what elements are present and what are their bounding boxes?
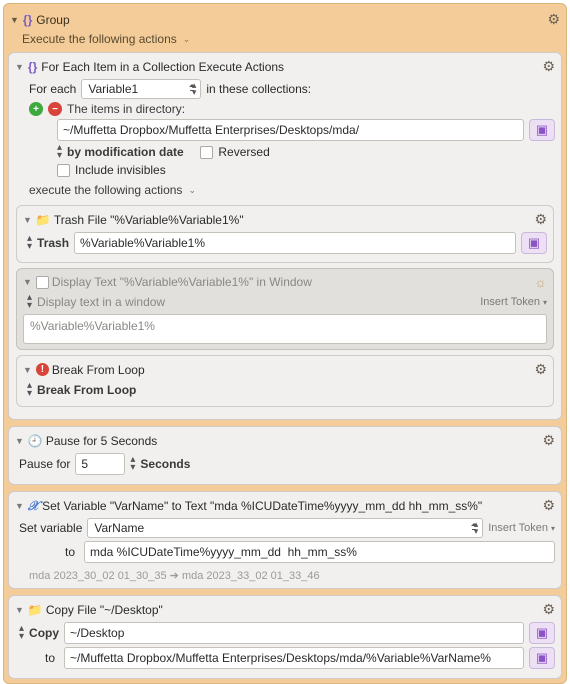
pause-action: ▼ 🕘 Pause for 5 Seconds ⚙ Pause for ▴▾ S… [8,426,562,485]
disclosure-icon[interactable]: ▼ [15,62,24,72]
foreach-icon: {} [28,60,37,74]
choose-folder-button[interactable]: ▣ [521,232,547,254]
insert-token-menu[interactable]: Insert Token▾ [480,296,547,308]
choose-folder-button[interactable]: ▣ [529,647,555,669]
in-these-label: in these collections: [206,82,311,96]
gear-icon[interactable]: ⚙ [542,432,555,449]
items-in-dir-selector[interactable]: The items in directory: [67,102,185,116]
alert-icon: ! [36,363,49,376]
gear-icon[interactable]: ⚙ [542,601,555,618]
include-invisibles-checkbox[interactable] [57,164,70,177]
break-action: ▼ ! Break From Loop ⚙ ▴▾ Break From Loop [16,355,554,407]
sort-arrows-icon[interactable]: ▴▾ [130,456,135,472]
display-title: Display Text "%Variable%Variable1%" in W… [52,275,312,289]
remove-button[interactable]: − [48,102,62,116]
display-body-input[interactable]: %Variable%Variable1% [23,314,547,344]
trash-title: Trash File "%Variable%Variable1%" [54,213,244,227]
insert-token-menu[interactable]: Insert Token▾ [488,522,555,534]
copy-title: Copy File "~/Desktop" [46,603,163,617]
varname-select[interactable]: VarName▴▾ [87,518,483,538]
display-text-action: ▼ Display Text "%Variable%Variable1%" in… [16,268,554,350]
variable-select[interactable]: Variable1▴▾ [81,79,201,99]
folder-icon: 📁 [28,603,43,617]
setvar-action: ▼ 𝒳 Set Variable "VarName" to Text "mda … [8,491,562,589]
group-subtitle: Execute the following actions [22,32,177,46]
pause-label: Pause for [19,457,70,471]
pause-title: Pause for 5 Seconds [46,434,157,448]
copy-action: ▼ 📁 Copy File "~/Desktop" ⚙ ▴▾ Copy ▣ to… [8,595,562,679]
trash-action: ▼ 📁 Trash File "%Variable%Variable1%" ⚙ … [16,205,554,263]
sort-arrows-icon[interactable]: ▴▾ [27,235,32,251]
disclosure-icon[interactable]: ▼ [23,277,32,287]
enable-checkbox[interactable] [36,276,49,289]
trash-mode[interactable]: Trash [37,236,69,250]
gear-icon[interactable]: ☼ [534,274,547,290]
copy-mode[interactable]: Copy [29,626,59,640]
gear-icon[interactable]: ⚙ [542,58,555,75]
reversed-checkbox[interactable] [200,146,213,159]
disclosure-icon[interactable]: ▼ [23,215,32,225]
pause-value-input[interactable] [75,453,125,475]
gear-icon[interactable]: ⚙ [534,211,547,228]
chevron-down-icon[interactable]: ⌄ [188,185,196,196]
for-each-label: For each [29,82,76,96]
sort-arrows-icon[interactable]: ▴▾ [27,382,32,398]
folder-icon: ▣ [536,650,548,666]
copy-dest-input[interactable] [64,647,524,669]
sort-arrows-icon[interactable]: ▴▾ [57,144,62,160]
disclosure-icon[interactable]: ▼ [15,501,24,511]
group-icon: {} [23,13,32,27]
sort-arrows-icon[interactable]: ▴▾ [19,625,24,641]
gear-icon[interactable]: ⚙ [534,361,547,378]
add-button[interactable]: + [29,102,43,116]
chevron-down-icon[interactable]: ⌄ [183,34,191,45]
foreach-title: For Each Item in a Collection Execute Ac… [41,60,284,74]
disclosure-icon[interactable]: ▼ [10,15,19,25]
pause-unit[interactable]: Seconds [140,457,190,471]
variable-icon: 𝒳 [28,498,39,514]
choose-folder-button[interactable]: ▣ [529,119,555,141]
set-variable-label: Set variable [19,521,82,535]
copy-src-input[interactable] [64,622,524,644]
directory-path-input[interactable] [57,119,524,141]
setvar-title: Set Variable "VarName" to Text "mda %ICU… [42,499,482,513]
foreach-action: ▼ {} For Each Item in a Collection Execu… [8,52,562,420]
gear-icon[interactable]: ⚙ [542,497,555,514]
disclosure-icon[interactable]: ▼ [15,605,24,615]
folder-icon: ▣ [528,235,540,251]
clock-icon: 🕘 [28,434,43,448]
setvar-preview: mda 2023_30_02 01_30_35 ➔ mda 2023_33_02… [29,569,555,582]
folder-icon: 📁 [36,213,51,227]
choose-folder-button[interactable]: ▣ [529,622,555,644]
display-mode[interactable]: Display text in a window [37,295,165,309]
setvar-value-input[interactable] [84,541,555,563]
break-mode[interactable]: Break From Loop [37,383,136,397]
trash-path-input[interactable] [74,232,516,254]
to-label: to [19,651,59,665]
disclosure-icon[interactable]: ▼ [15,436,24,446]
disclosure-icon[interactable]: ▼ [23,365,32,375]
reversed-label: Reversed [218,145,269,159]
folder-icon: ▣ [536,122,548,138]
to-label: to [19,545,79,559]
sort-mode[interactable]: by modification date [67,145,184,159]
gear-icon[interactable]: ⚙ [547,11,560,28]
break-title: Break From Loop [52,363,145,377]
sort-arrows-icon[interactable]: ▴▾ [27,294,32,310]
group-title: Group [36,13,69,27]
execute-label: execute the following actions [29,183,182,197]
group-action: ▼ {} Group ⚙ Execute the following actio… [3,3,567,684]
folder-icon: ▣ [536,625,548,641]
include-invisibles-label: Include invisibles [75,163,166,177]
